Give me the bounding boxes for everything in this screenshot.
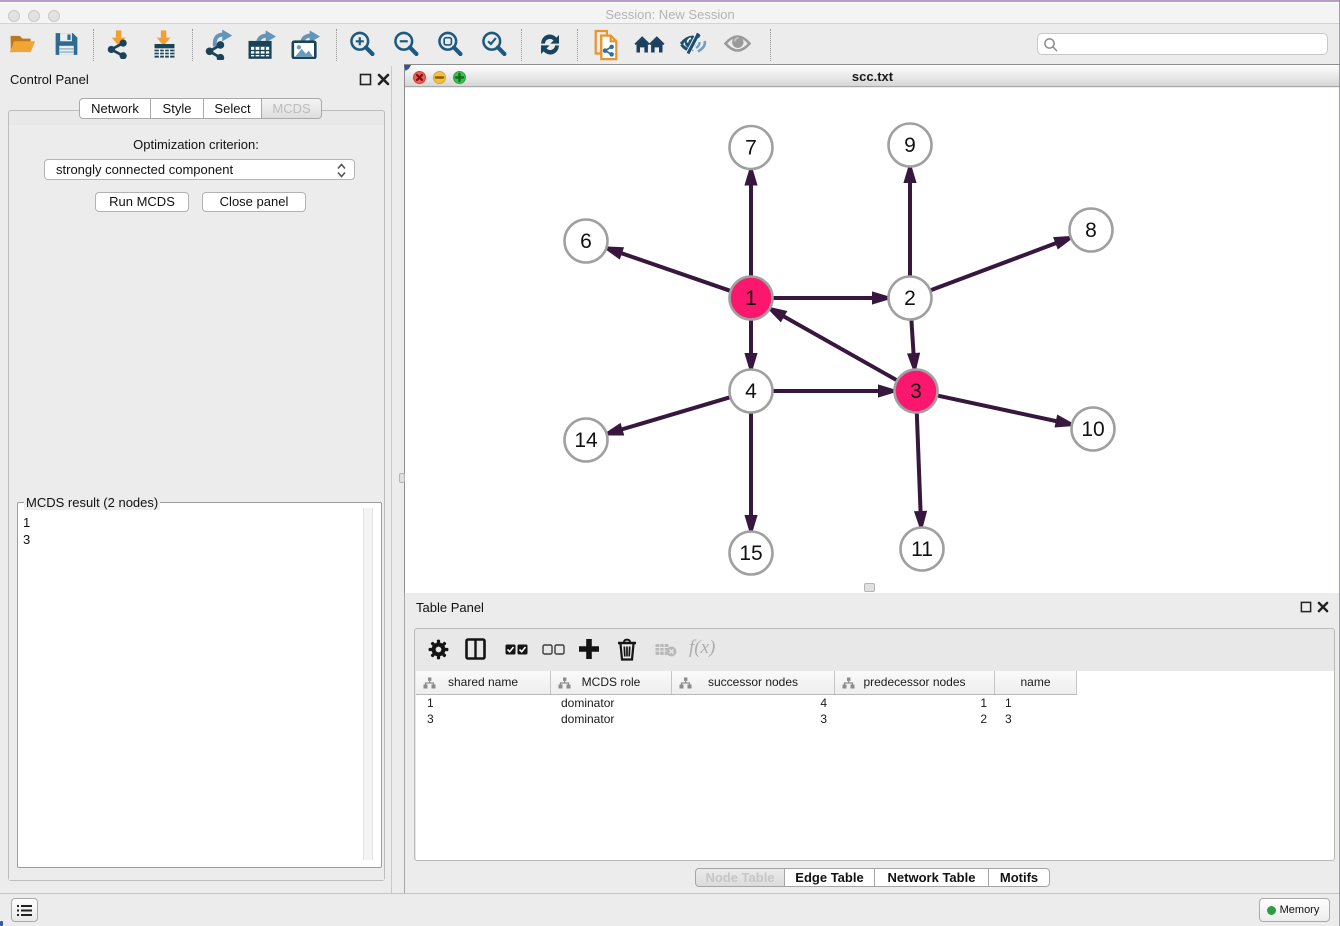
svg-text:3: 3: [910, 380, 922, 403]
svg-text:14: 14: [574, 429, 598, 452]
svg-text:15: 15: [739, 542, 762, 565]
svg-text:6: 6: [580, 230, 592, 253]
svg-text:9: 9: [904, 134, 916, 157]
svg-text:11: 11: [911, 538, 933, 561]
svg-text:7: 7: [745, 137, 757, 160]
svg-text:2: 2: [904, 287, 916, 310]
svg-text:10: 10: [1081, 418, 1104, 441]
svg-text:8: 8: [1085, 219, 1097, 242]
svg-text:4: 4: [745, 380, 757, 403]
svg-text:1: 1: [745, 287, 757, 310]
